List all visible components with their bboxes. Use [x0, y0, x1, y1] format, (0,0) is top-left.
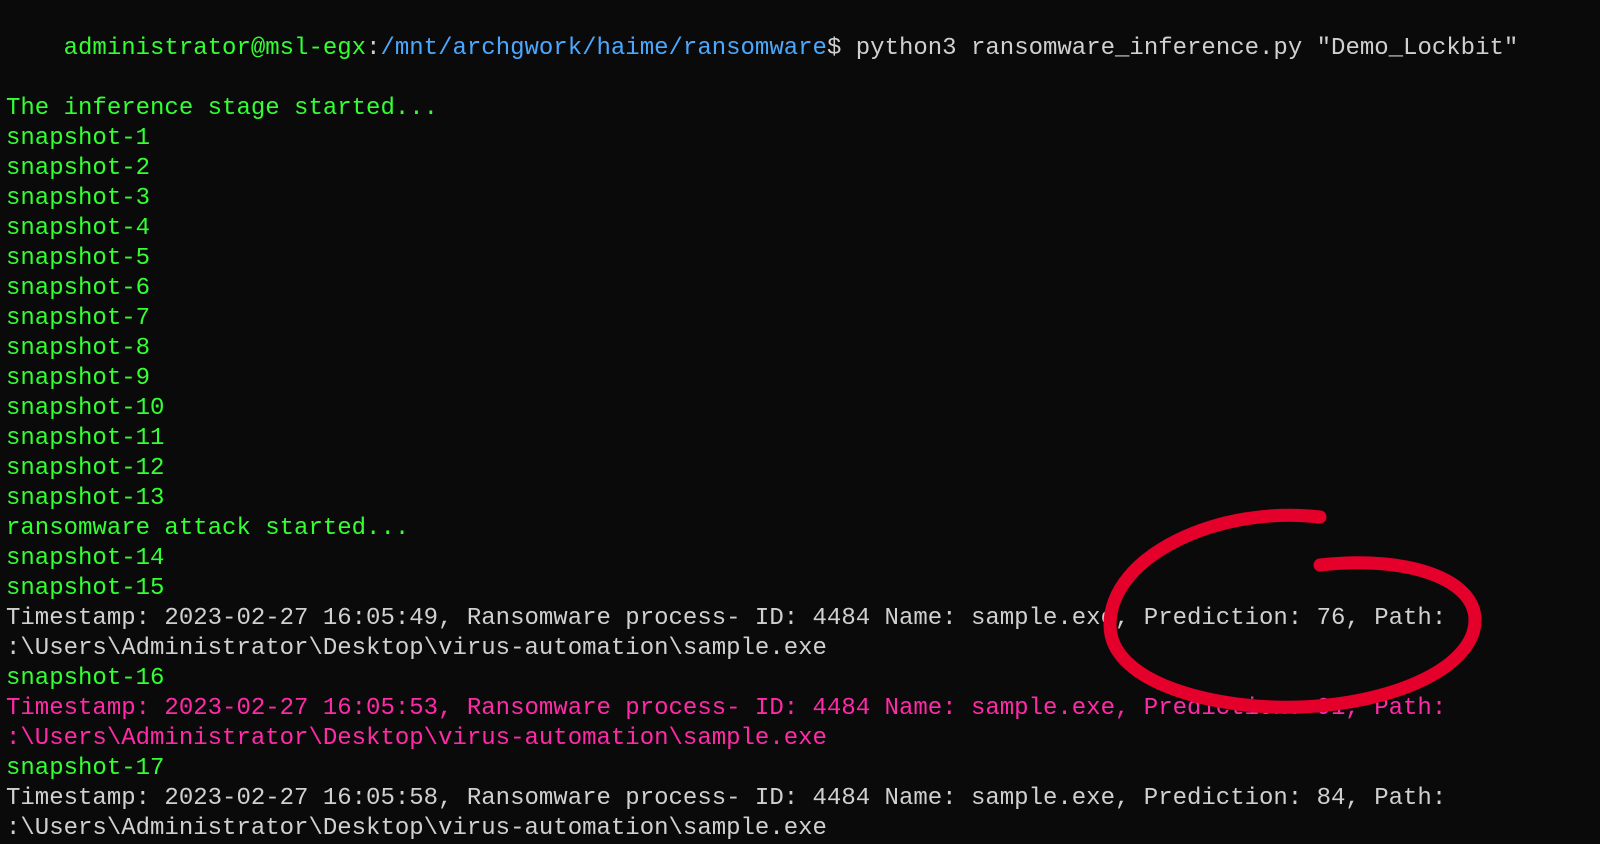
snapshot-line: snapshot-1: [6, 124, 1594, 154]
prompt-cwd: /mnt/archgwork/haime/ransomware: [380, 35, 826, 62]
detection-line-highlighted: Timestamp: 2023-02-27 16:05:53, Ransomwa…: [6, 694, 1594, 724]
snapshot-line: snapshot-9: [6, 364, 1594, 394]
command-text: python3 ransomware_inference.py "Demo_Lo…: [856, 35, 1519, 62]
prompt-user-host: administrator@msl-egx: [64, 35, 366, 62]
detection-line: Timestamp: 2023-02-27 16:05:58, Ransomwa…: [6, 784, 1594, 814]
snapshot-line: snapshot-15: [6, 574, 1594, 604]
terminal-output[interactable]: administrator@msl-egx:/mnt/archgwork/hai…: [6, 4, 1594, 844]
snapshot-line: snapshot-6: [6, 274, 1594, 304]
prompt-dollar: $: [827, 35, 841, 62]
snapshot-line: snapshot-16: [6, 664, 1594, 694]
snapshot-line: snapshot-3: [6, 184, 1594, 214]
snapshot-line: snapshot-13: [6, 484, 1594, 514]
status-line: ransomware attack started...: [6, 514, 1594, 544]
snapshot-line: snapshot-5: [6, 244, 1594, 274]
detection-line: :\Users\Administrator\Desktop\virus-auto…: [6, 634, 1594, 664]
snapshot-line: snapshot-14: [6, 544, 1594, 574]
snapshot-line: snapshot-8: [6, 334, 1594, 364]
detection-line: :\Users\Administrator\Desktop\virus-auto…: [6, 814, 1594, 844]
snapshot-line: snapshot-10: [6, 394, 1594, 424]
prompt-line[interactable]: administrator@msl-egx:/mnt/archgwork/hai…: [6, 4, 1594, 94]
snapshot-line: snapshot-2: [6, 154, 1594, 184]
snapshot-line: snapshot-17: [6, 754, 1594, 784]
detection-line-highlighted: :\Users\Administrator\Desktop\virus-auto…: [6, 724, 1594, 754]
snapshot-line: snapshot-7: [6, 304, 1594, 334]
snapshot-line: snapshot-4: [6, 214, 1594, 244]
detection-line: Timestamp: 2023-02-27 16:05:49, Ransomwa…: [6, 604, 1594, 634]
snapshot-line: snapshot-12: [6, 454, 1594, 484]
status-line: The inference stage started...: [6, 94, 1594, 124]
snapshot-line: snapshot-11: [6, 424, 1594, 454]
prompt-sep: :: [366, 35, 380, 62]
